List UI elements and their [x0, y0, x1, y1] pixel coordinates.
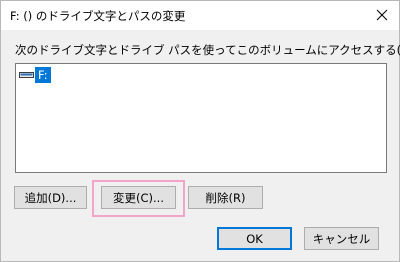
close-icon: [376, 9, 388, 21]
close-button[interactable]: [371, 4, 393, 26]
remove-button[interactable]: 削除(R): [188, 186, 263, 209]
title-bar: F: () のドライブ文字とパスの変更: [1, 1, 399, 30]
cancel-button[interactable]: キャンセル: [304, 227, 379, 250]
change-button[interactable]: 変更(C)...: [101, 186, 176, 209]
add-button[interactable]: 追加(D)...: [14, 186, 87, 209]
ok-button[interactable]: OK: [217, 227, 292, 250]
change-drive-letter-dialog: F: () のドライブ文字とパスの変更 次のドライブ文字とドライブ パスを使って…: [0, 0, 400, 262]
instruction-label: 次のドライブ文字とドライブ パスを使ってこのボリュームにアクセスする(A):: [15, 43, 400, 57]
drive-icon: [19, 72, 34, 78]
list-item[interactable]: F:: [19, 67, 51, 83]
drive-path-listbox[interactable]: F:: [15, 63, 387, 173]
window-title: F: () のドライブ文字とパスの変更: [10, 9, 186, 23]
drive-letter-label: F:: [35, 67, 51, 83]
